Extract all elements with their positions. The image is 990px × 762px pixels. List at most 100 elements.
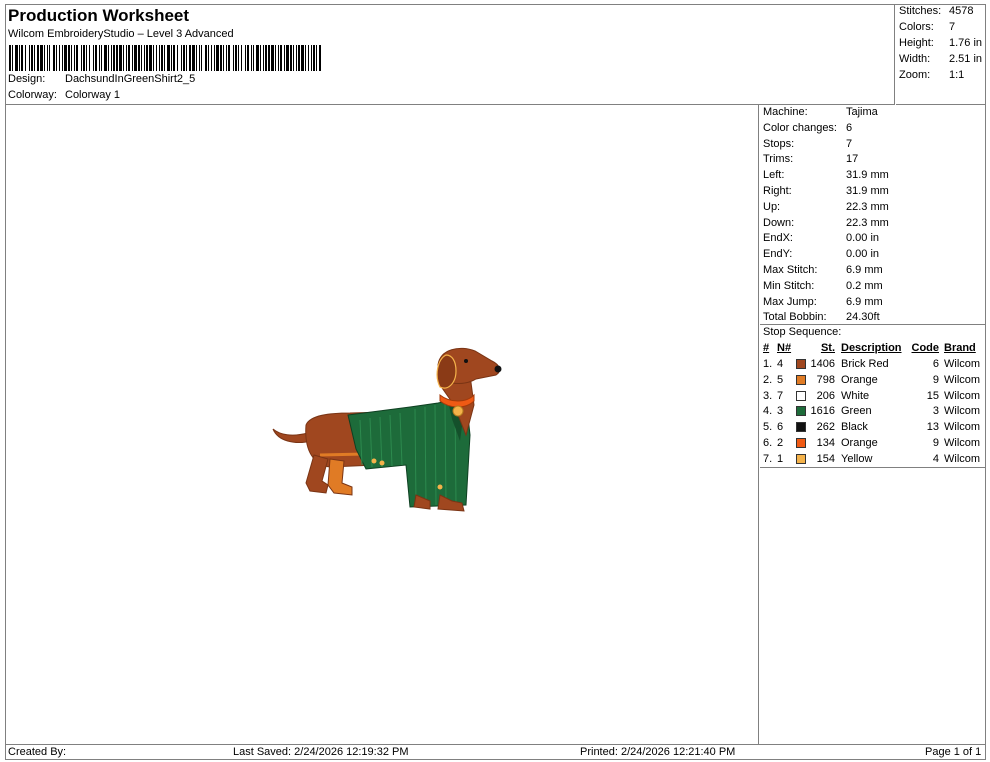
color-swatch — [796, 359, 806, 369]
barcode-bar — [265, 45, 267, 71]
barcode-bar — [268, 45, 270, 71]
stat-colors: Colors: 7 — [899, 21, 956, 33]
barcode-bar — [311, 45, 312, 71]
column-header-desc: Description — [841, 342, 902, 354]
machine-info-value: Tajima — [846, 106, 878, 118]
barcode-bar — [161, 45, 163, 71]
machine-info-value: 0.00 in — [846, 248, 880, 261]
colorway-label: Colorway: — [8, 89, 57, 101]
barcode-bar — [290, 45, 292, 71]
table-cell-code: 9 — [932, 373, 939, 386]
barcode-bar — [284, 45, 285, 71]
table-cell-n: 6 — [777, 421, 784, 434]
table-cell-code: 4 — [932, 452, 939, 465]
machine-info-row: Right: 31.9 mm — [763, 185, 889, 197]
last-saved: Last Saved: 2/24/2026 12:19:32 PM — [233, 746, 409, 758]
machine-info-value: 6.9 mm — [846, 264, 883, 276]
table-cell-code: 3 — [932, 405, 939, 418]
machine-info-label: Max Stitch: — [763, 264, 818, 276]
color-swatch — [796, 422, 806, 433]
machine-info-row: Max Jump: 6.9 mm — [763, 296, 883, 308]
barcode-bar — [293, 45, 294, 71]
barcode-bar — [134, 45, 137, 71]
barcode-bar — [64, 45, 67, 71]
barcode-bar — [271, 45, 274, 71]
machine-info-row: EndX: 0.00 in — [763, 232, 879, 244]
machine-info-label: Color changes: — [763, 121, 837, 134]
barcode-bar — [245, 45, 246, 71]
barcode-bar — [113, 45, 115, 71]
barcode-bar — [253, 45, 254, 71]
table-cell-n: 3 — [777, 405, 784, 418]
column-header-st: St. — [820, 342, 835, 354]
barcode-bar — [141, 45, 142, 71]
table-cell-n: 1 — [777, 452, 784, 465]
panel-divider — [760, 324, 986, 325]
barcode-bar — [47, 45, 48, 71]
barcode-bar — [104, 45, 107, 71]
barcode-bar — [116, 45, 118, 71]
barcode-bar — [40, 45, 43, 71]
table-cell-code: 9 — [932, 437, 939, 449]
barcode-bar — [159, 45, 160, 71]
barcode-bar — [108, 45, 109, 71]
barcode-bar — [167, 45, 170, 71]
barcode-bar — [241, 45, 242, 71]
design-label: Design: — [8, 73, 46, 85]
barcode-bar — [298, 45, 300, 71]
machine-info-value: 0.00 in — [846, 232, 880, 245]
machine-info-label: Stops: — [763, 137, 795, 150]
barcode-bar — [119, 45, 122, 71]
barcode-bar — [199, 45, 200, 71]
barcode-bar — [62, 45, 63, 71]
barcode-bar — [31, 45, 33, 71]
panel-divider — [760, 467, 986, 468]
barcode-bar — [305, 45, 306, 71]
machine-info-value: 7 — [846, 137, 853, 150]
barcode-bar — [126, 45, 127, 71]
machine-info-value: 0.2 mm — [846, 279, 883, 292]
barcode-bar — [192, 45, 195, 71]
table-cell-desc: Orange — [841, 437, 878, 449]
table-cell-num: 1. — [763, 358, 773, 370]
barcode-bar — [93, 45, 94, 71]
barcode-bar — [220, 45, 222, 71]
machine-info-row: Stops: 7 — [763, 138, 852, 150]
barcode-bar — [260, 45, 261, 71]
barcode-bar — [211, 45, 212, 71]
machine-info-label: Min Stitch: — [763, 279, 815, 292]
column-header-num: # — [763, 342, 770, 354]
barcode-bar — [181, 45, 182, 71]
barcode-bar — [156, 45, 157, 71]
table-cell-num: 4. — [763, 405, 773, 418]
color-swatch — [796, 374, 806, 385]
table-cell-brand: Wilcom — [944, 405, 981, 418]
machine-info-row: Machine: Tajima — [763, 106, 878, 118]
barcode-bar — [56, 45, 57, 71]
barcode-bar — [49, 45, 50, 71]
machine-info-label: Down: — [763, 216, 795, 229]
worksheet-footer: Created By: Last Saved: 2/24/2026 12:19:… — [5, 744, 986, 760]
barcode-bar — [44, 45, 45, 71]
barcode-bar — [228, 45, 230, 71]
table-cell-code: 6 — [932, 358, 939, 370]
barcode-bar — [196, 45, 197, 71]
barcode-bar — [216, 45, 219, 71]
barcode-bar — [247, 45, 249, 71]
barcode-bar — [164, 45, 165, 71]
table-cell-brand: Wilcom — [944, 437, 981, 449]
page-title: Production Worksheet — [8, 6, 190, 25]
barcode-bar — [149, 45, 152, 71]
barcode-bar — [171, 45, 172, 71]
barcode-bar — [286, 45, 289, 71]
barcode-bar — [76, 45, 78, 71]
design-stats: Stitches: 4578 Colors: 7 Height: 1.76 in Wi… — [896, 4, 986, 105]
table-cell-desc: Orange — [841, 373, 878, 386]
barcode-bar — [21, 45, 23, 71]
machine-info-label: Total Bobbin: — [763, 311, 827, 324]
colorway-row: Colorway: Colorway 1 — [8, 89, 120, 101]
machine-info-label: Up: — [763, 200, 781, 213]
barcode-bar — [144, 45, 145, 71]
barcode-bar — [83, 45, 85, 71]
machine-info-label: Max Jump: — [763, 295, 817, 308]
